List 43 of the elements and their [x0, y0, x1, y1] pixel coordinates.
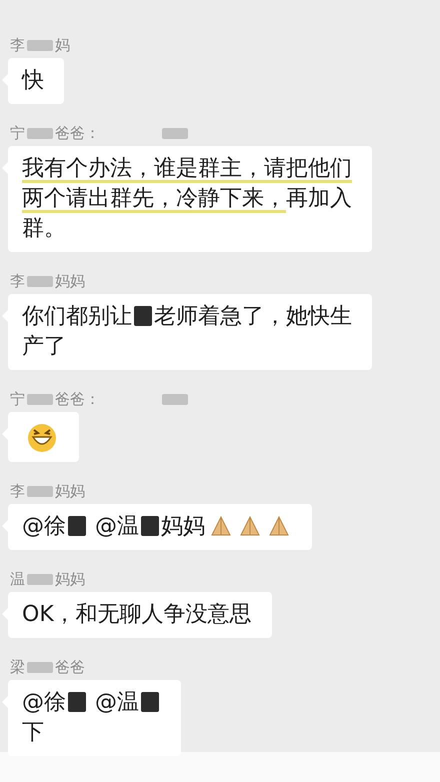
sender-name: 温: [10, 570, 25, 588]
message-text: 快: [22, 68, 44, 93]
blurred-mark: [27, 486, 53, 496]
redaction-mark: [134, 306, 152, 326]
redaction-mark: [68, 692, 86, 712]
blurred-mark: [27, 662, 53, 672]
sender-name: 妈: [55, 36, 70, 54]
message-text: 群。: [22, 216, 66, 241]
blurred-mark: [27, 276, 53, 286]
blurred-mark: [27, 128, 53, 138]
message-text: 老师着急了，她快生: [154, 304, 352, 329]
message-text: 下: [22, 720, 44, 745]
sender-name: 梁: [10, 658, 25, 676]
blurred-mark: [27, 394, 53, 404]
sender-name: 宁: [10, 390, 25, 408]
message-text: 妈妈: [161, 514, 205, 539]
sender-name: 爸爸：: [55, 390, 100, 408]
redaction-mark: [141, 516, 159, 536]
sender-name: 妈妈: [55, 272, 85, 290]
blurred-mark: [27, 40, 53, 50]
blurred-mark: [27, 574, 53, 584]
blurred-mark: [162, 394, 188, 404]
blurred-mark: [162, 128, 188, 138]
message-text: 产了: [22, 334, 66, 359]
message-text: 两个请出群先，冷静下来，: [22, 186, 286, 211]
message-text: @徐: [22, 514, 66, 539]
sender-name: 李: [10, 482, 25, 500]
redaction-mark: [141, 692, 159, 712]
sender-name: 爸爸: [55, 658, 85, 676]
sender-name: 宁: [10, 124, 25, 142]
message-text: OK，和无聊人争没意思: [22, 602, 252, 627]
sender-name: 李: [10, 272, 25, 290]
message-text: 你们都别让: [22, 304, 132, 329]
message-text: @温: [94, 690, 139, 715]
sender-name: 妈妈: [55, 570, 85, 588]
message-text: @温: [94, 514, 139, 539]
redaction-mark: [68, 516, 86, 536]
message-text: @徐: [22, 690, 66, 715]
sender-name: 李: [10, 36, 25, 54]
sender-name: 爸爸：: [55, 124, 100, 142]
message-text: 再加入: [286, 186, 352, 211]
message-text: 我有个办法，谁是群主，请把他们: [22, 156, 352, 181]
sender-name: 妈妈: [55, 482, 85, 500]
